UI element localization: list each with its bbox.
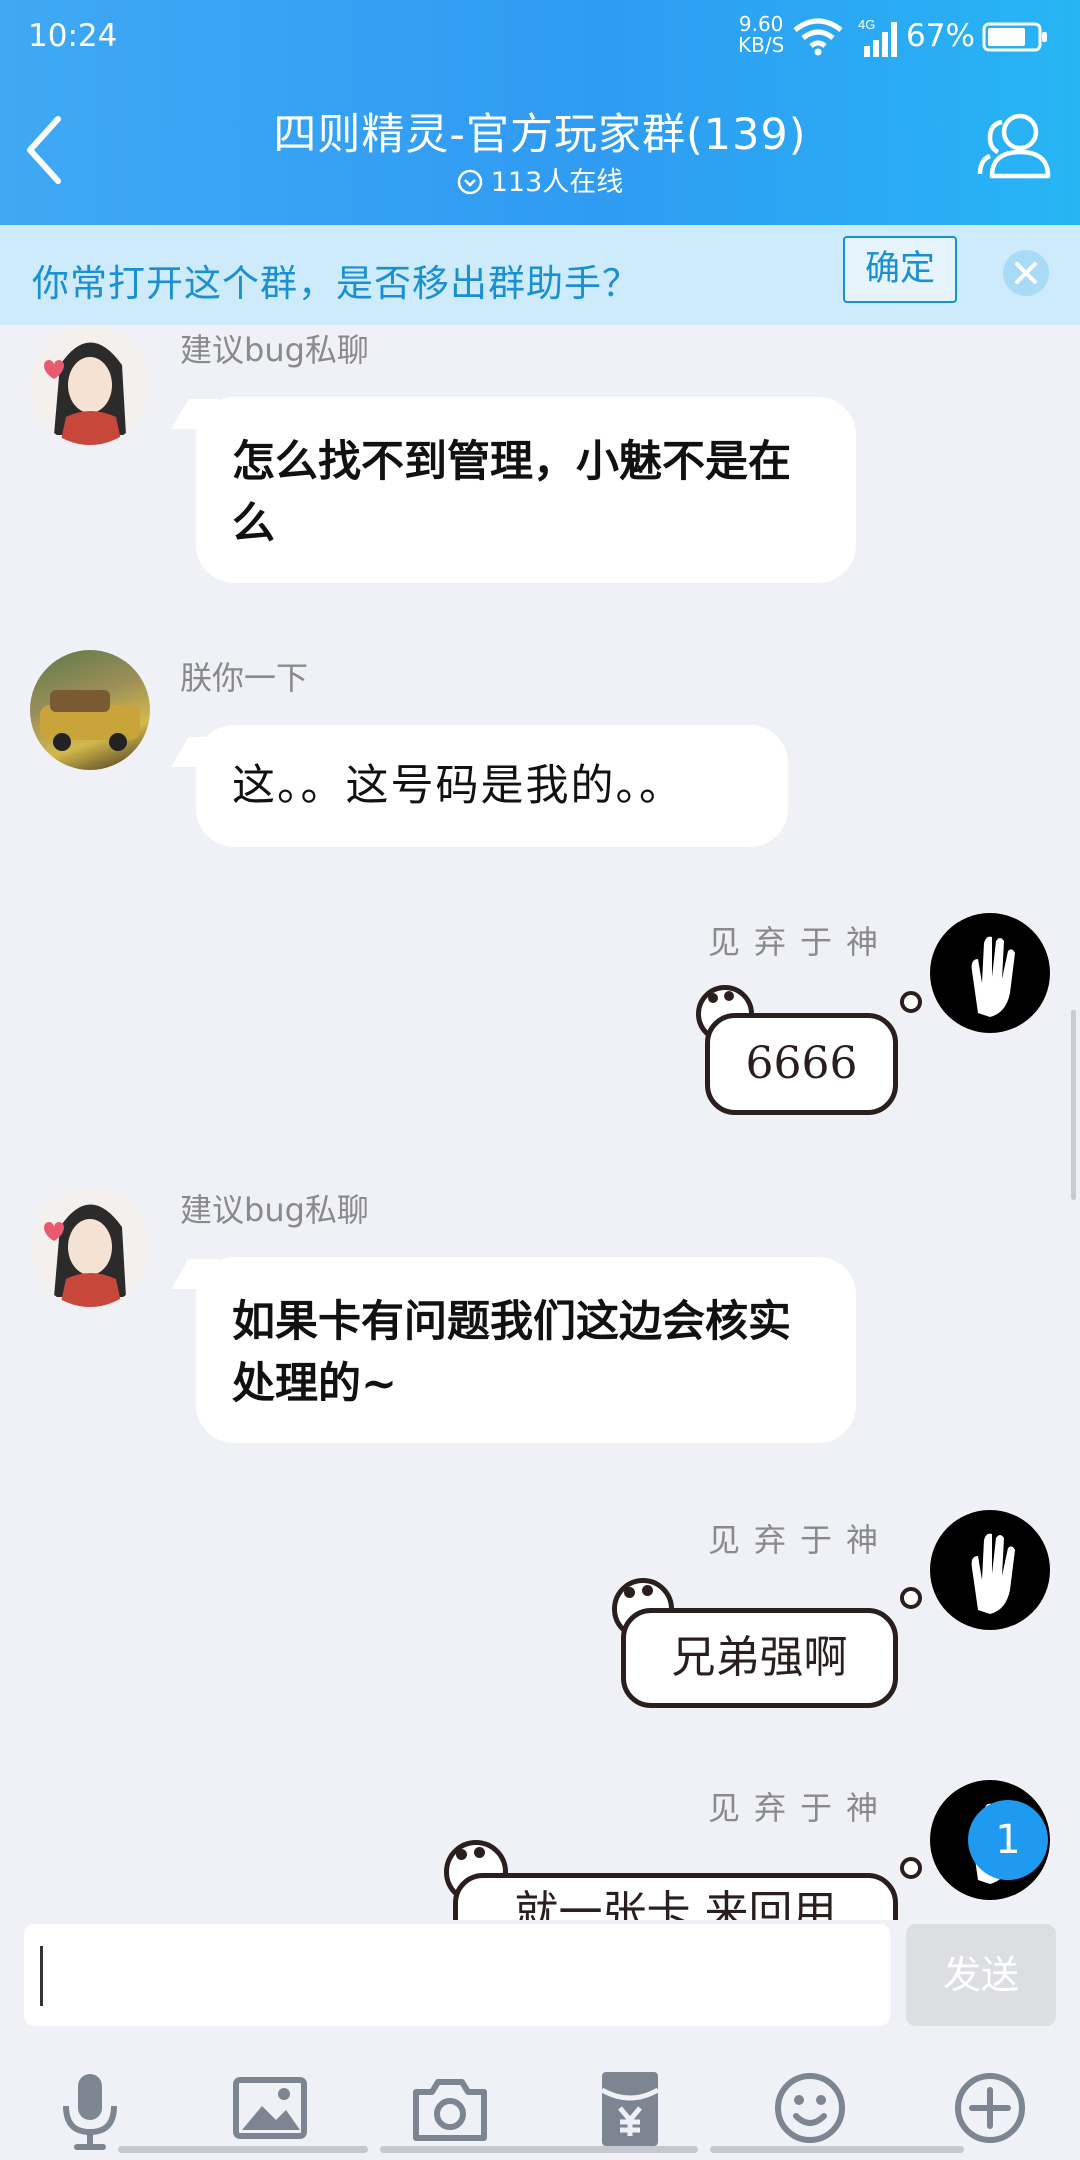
message-text: 6666 (745, 1038, 858, 1089)
unread-badge[interactable]: 1 (968, 1800, 1048, 1880)
sender-name: 见弃于神 (708, 923, 893, 961)
sender-name: 朕你一下 (180, 659, 309, 697)
battery-icon (982, 22, 1047, 52)
notice-text: 你常打开这个群，是否移出群助手？ (32, 262, 640, 305)
ghost-eye (724, 991, 734, 1001)
signal-type-label: 4G (858, 17, 875, 32)
message-bubble[interactable]: 6666 (705, 1013, 898, 1115)
tab-indicator (380, 2146, 698, 2153)
message-list[interactable]: 建议bug私聊 怎么找不到管理，小魅不是在么 朕你一下 这。。这号码是我的。。 … (0, 325, 1080, 1920)
online-count: 113人在线 (0, 160, 1080, 199)
ghost-eye (474, 1847, 485, 1858)
avatar[interactable] (30, 325, 150, 445)
message-bubble[interactable]: 就一张卡 来回用 (453, 1873, 898, 1920)
chat-scrollbar[interactable] (1071, 1010, 1076, 1200)
avatar[interactable] (30, 1187, 150, 1307)
sender-name: 见弃于神 (708, 1789, 893, 1827)
photo-avatar-icon (40, 690, 140, 751)
message-bubble[interactable]: 怎么找不到管理，小魅不是在么 (196, 397, 856, 583)
move-out-notice: 你常打开这个群，是否移出群助手？ 确定 (0, 225, 1080, 325)
ghost-eye (456, 1849, 467, 1860)
message-text: 怎么找不到管理，小魅不是在么 (232, 437, 791, 549)
ghost-bubble-ear (900, 1857, 922, 1879)
avatar[interactable] (930, 913, 1050, 1033)
network-speed-unit: KB/S (738, 33, 785, 57)
message-text: 如果卡有问题我们这边会核实处理的~ (232, 1297, 791, 1409)
online-count-label: 113人在线 (490, 167, 624, 198)
message-input[interactable] (24, 1924, 890, 2026)
network-speed-value: 9.60 (738, 12, 784, 36)
anime-girl-avatar-icon (44, 1204, 126, 1307)
text-caret (40, 1946, 43, 2006)
message-text: 兄弟强啊 (671, 1632, 848, 1683)
emoji-icon[interactable] (762, 2060, 858, 2156)
group-members-icon[interactable] (976, 110, 1054, 180)
ghost-bubble-ear (900, 991, 922, 1013)
camera-icon[interactable] (402, 2060, 498, 2156)
ghost-eye (708, 993, 718, 1003)
plus-icon[interactable] (942, 2060, 1038, 2156)
sender-name: 建议bug私聊 (180, 1191, 369, 1229)
ghost-eye (642, 1585, 653, 1596)
ghost-bubble-ear (900, 1587, 922, 1609)
cell-signal-icon: 4G (858, 17, 897, 57)
message-text: 就一张卡 来回用 (514, 1887, 837, 1920)
chevron-down-circle-icon[interactable] (457, 169, 483, 195)
message-bubble[interactable]: 兄弟强啊 (621, 1608, 898, 1708)
wifi-icon (793, 18, 843, 56)
input-bar: 发送 (0, 1920, 1080, 2160)
red-packet-icon[interactable] (582, 2060, 678, 2156)
battery-percent: 67% (906, 18, 975, 54)
sender-name: 建议bug私聊 (180, 331, 369, 369)
chat-header: 10:24 9.60 KB/S 4G 67% 四则精灵-官方玩家群(139) 1… (0, 0, 1080, 225)
confirm-button[interactable]: 确定 (843, 236, 957, 303)
hand-avatar-icon (971, 936, 1015, 1017)
avatar[interactable] (930, 1510, 1050, 1630)
ghost-eye (624, 1587, 635, 1598)
tab-indicator (710, 2146, 964, 2153)
message-bubble[interactable]: 这。。这号码是我的。。 (196, 725, 788, 847)
hand-avatar-icon (971, 1533, 1015, 1614)
tab-indicator (118, 2146, 368, 2153)
close-icon[interactable] (1001, 248, 1051, 298)
message-bubble[interactable]: 如果卡有问题我们这边会核实处理的~ (196, 1257, 856, 1443)
sender-name: 见弃于神 (708, 1521, 893, 1559)
microphone-icon[interactable] (42, 2060, 138, 2156)
send-button[interactable]: 发送 (906, 1924, 1056, 2026)
message-text: 这。。这号码是我的。。 (232, 761, 684, 811)
group-title: 四则精灵-官方玩家群(139) (273, 110, 807, 160)
status-time: 10:24 (28, 18, 118, 54)
image-icon[interactable] (222, 2060, 318, 2156)
avatar[interactable] (30, 650, 150, 770)
anime-girl-avatar-icon (44, 342, 126, 445)
network-speed: 9.60 KB/S (738, 14, 784, 56)
